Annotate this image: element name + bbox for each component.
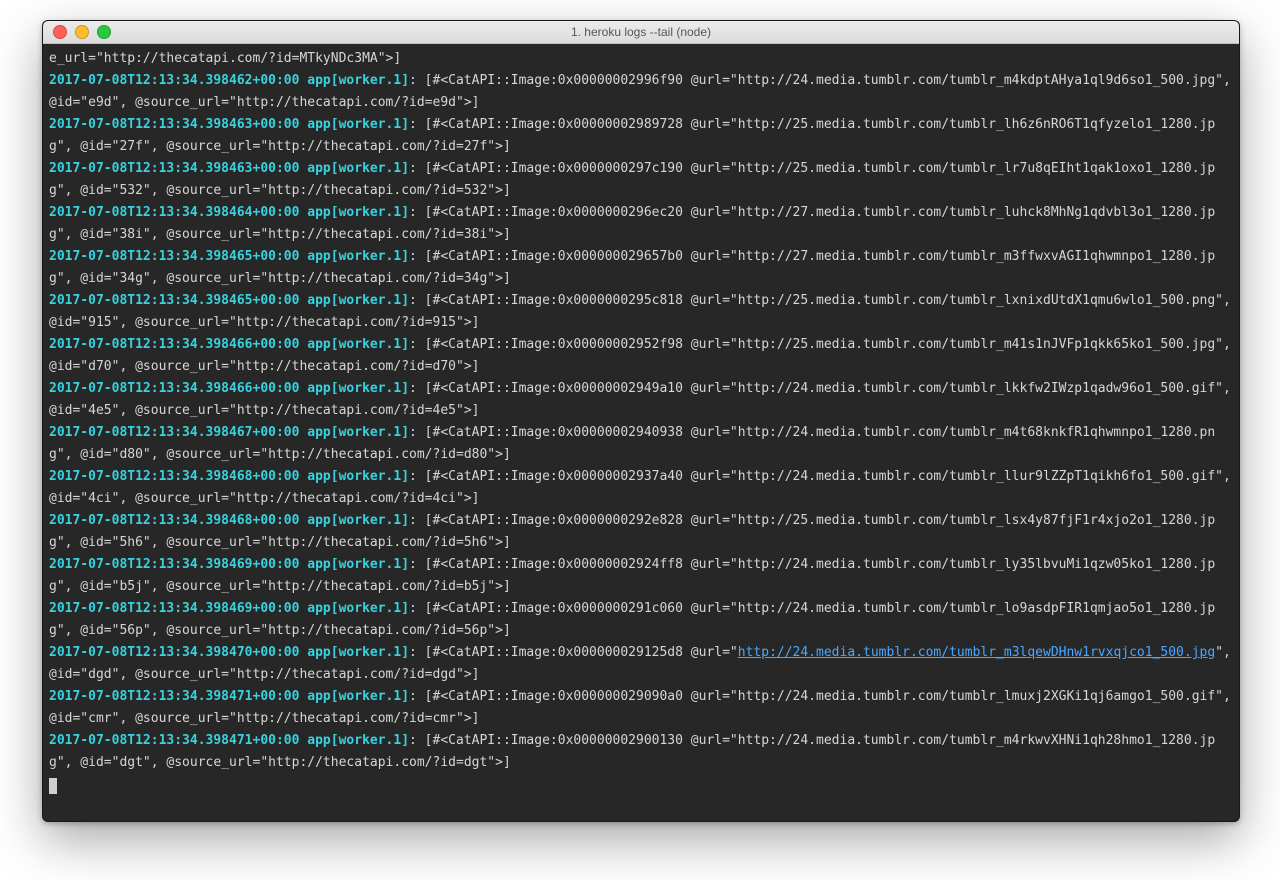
log-source: app[worker.1] bbox=[307, 205, 409, 220]
log-source: app[worker.1] bbox=[307, 425, 409, 440]
log-source: app[worker.1] bbox=[307, 469, 409, 484]
zoom-icon[interactable] bbox=[97, 25, 111, 39]
log-timestamp: 2017-07-08T12:13:34.398464+00:00 bbox=[49, 205, 299, 220]
terminal-window: 1. heroku logs --tail (node) e_url="http… bbox=[42, 20, 1240, 822]
log-source: app[worker.1] bbox=[307, 161, 409, 176]
log-timestamp: 2017-07-08T12:13:34.398469+00:00 bbox=[49, 601, 299, 616]
log-source: app[worker.1] bbox=[307, 557, 409, 572]
log-source: app[worker.1] bbox=[307, 689, 409, 704]
log-timestamp: 2017-07-08T12:13:34.398463+00:00 bbox=[49, 161, 299, 176]
close-icon[interactable] bbox=[53, 25, 67, 39]
log-source: app[worker.1] bbox=[307, 249, 409, 264]
window-controls bbox=[53, 25, 111, 39]
log-timestamp: 2017-07-08T12:13:34.398471+00:00 bbox=[49, 689, 299, 704]
log-timestamp: 2017-07-08T12:13:34.398466+00:00 bbox=[49, 337, 299, 352]
log-timestamp: 2017-07-08T12:13:34.398471+00:00 bbox=[49, 733, 299, 748]
log-timestamp: 2017-07-08T12:13:34.398465+00:00 bbox=[49, 249, 299, 264]
hovered-url-link[interactable]: http://24.media.tumblr.com/tumblr_m3lqew… bbox=[738, 645, 1215, 660]
window-title: 1. heroku logs --tail (node) bbox=[43, 25, 1239, 39]
log-source: app[worker.1] bbox=[307, 513, 409, 528]
log-timestamp: 2017-07-08T12:13:34.398467+00:00 bbox=[49, 425, 299, 440]
log-source: app[worker.1] bbox=[307, 733, 409, 748]
log-timestamp: 2017-07-08T12:13:34.398468+00:00 bbox=[49, 469, 299, 484]
log-source: app[worker.1] bbox=[307, 293, 409, 308]
log-timestamp: 2017-07-08T12:13:34.398469+00:00 bbox=[49, 557, 299, 572]
terminal-output[interactable]: e_url="http://thecatapi.com/?id=MTkyNDc3… bbox=[43, 44, 1239, 822]
window-titlebar[interactable]: 1. heroku logs --tail (node) bbox=[43, 21, 1239, 44]
log-timestamp: 2017-07-08T12:13:34.398470+00:00 bbox=[49, 645, 299, 660]
log-timestamp: 2017-07-08T12:13:34.398466+00:00 bbox=[49, 381, 299, 396]
log-source: app[worker.1] bbox=[307, 117, 409, 132]
log-source: app[worker.1] bbox=[307, 337, 409, 352]
minimize-icon[interactable] bbox=[75, 25, 89, 39]
log-source: app[worker.1] bbox=[307, 381, 409, 396]
log-timestamp: 2017-07-08T12:13:34.398462+00:00 bbox=[49, 73, 299, 88]
log-timestamp: 2017-07-08T12:13:34.398468+00:00 bbox=[49, 513, 299, 528]
log-source: app[worker.1] bbox=[307, 645, 409, 660]
terminal-cursor bbox=[49, 778, 57, 794]
log-source: app[worker.1] bbox=[307, 601, 409, 616]
log-body: e_url="http://thecatapi.com/?id=MTkyNDc3… bbox=[49, 51, 401, 66]
log-timestamp: 2017-07-08T12:13:34.398465+00:00 bbox=[49, 293, 299, 308]
log-timestamp: 2017-07-08T12:13:34.398463+00:00 bbox=[49, 117, 299, 132]
log-source: app[worker.1] bbox=[307, 73, 409, 88]
